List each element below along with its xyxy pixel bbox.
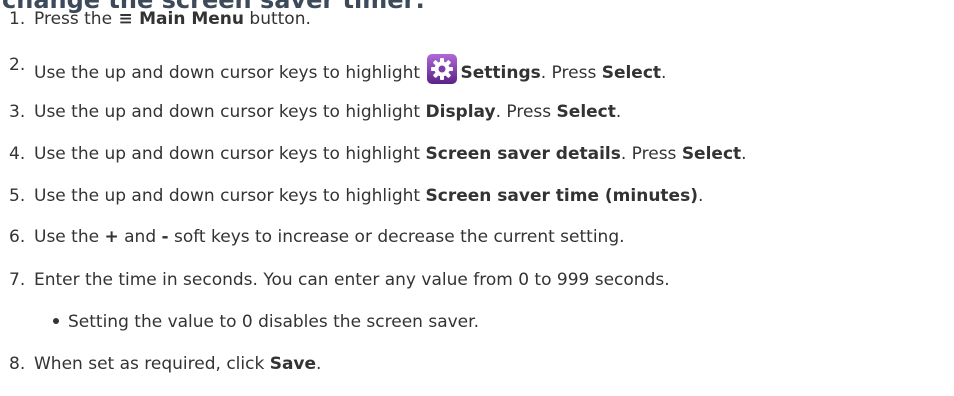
step-number: 6. (9, 227, 26, 247)
step-number: 2. (9, 55, 26, 75)
step-text: When set as required, click Save. (34, 354, 322, 374)
step-number: 3. (9, 102, 26, 122)
step-text: Use the up and down cursor keys to highl… (34, 186, 704, 206)
step-text: Use the up and down cursor keys to highl… (34, 53, 666, 85)
step-text: Enter the time in seconds. You can enter… (34, 270, 670, 290)
select-label: Select (681, 144, 742, 164)
step-number: 8. (9, 354, 26, 374)
main-menu-label: Main Menu (139, 9, 244, 29)
select-label: Select (556, 102, 616, 122)
step-number: 7. (9, 270, 26, 290)
settings-label: Settings (460, 63, 541, 83)
plus-soft-key-label: + (104, 227, 119, 247)
step-7-bullet: Setting the value to 0 disables the scre… (53, 310, 479, 334)
screen-saver-time-label: Screen saver time (minutes) (425, 186, 698, 206)
step-text: Press the ≡ Main Menu button. (34, 9, 311, 29)
step-text: Use the up and down cursor keys to highl… (34, 102, 622, 122)
step-text: Use the up and down cursor keys to highl… (34, 144, 747, 164)
save-label: Save (269, 354, 317, 374)
select-label: Select (601, 63, 662, 83)
step-text: Use the + and - soft keys to increase or… (34, 227, 625, 247)
step-number: 4. (9, 144, 26, 164)
bullet-dot-icon (53, 318, 59, 324)
settings-gear-icon (426, 54, 457, 84)
screen-saver-details-label: Screen saver details (425, 144, 621, 164)
step-number: 1. (9, 9, 26, 29)
step-number: 5. (9, 186, 26, 206)
hamburger-menu-icon: ≡ (118, 9, 133, 29)
display-label: Display (425, 102, 496, 122)
minus-soft-key-label: - (161, 227, 169, 247)
bullet-text: Setting the value to 0 disables the scre… (68, 312, 479, 332)
